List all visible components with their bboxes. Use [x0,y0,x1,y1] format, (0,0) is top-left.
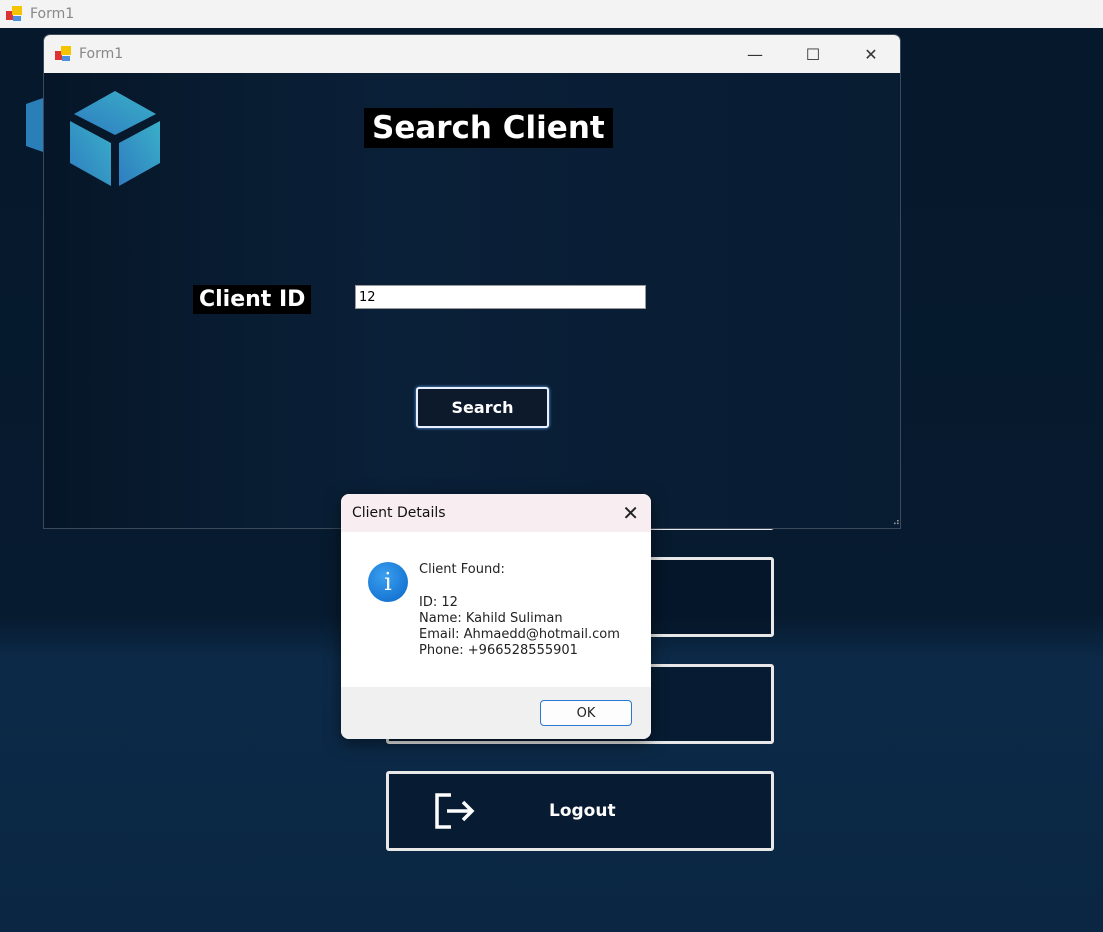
cube-logo-icon [70,91,160,186]
dialog-title-bar: Client Details [341,494,651,532]
search-button[interactable]: Search [416,387,549,428]
close-button[interactable]: ✕ [842,35,900,73]
app-icon [6,6,22,22]
form-body: Search Client Client ID Search ⠴ [44,73,900,528]
logout-icon [435,793,475,829]
resize-grip[interactable]: ⠴ [893,517,900,528]
outer-title-bar: Form1 [0,0,1103,28]
search-client-window: Form1 — ☐ ✕ Search Client Client ID Sear… [43,34,901,529]
dialog-close-button[interactable]: ✕ [622,501,639,525]
info-icon: i [368,562,408,602]
minimize-button[interactable]: — [726,35,784,73]
logout-button[interactable]: Logout [386,771,774,851]
logout-label: Logout [549,801,616,821]
ok-button[interactable]: OK [540,700,632,726]
client-id-label: Client ID [193,285,312,314]
page-title: Search Client [364,108,613,148]
window-title: Form1 [79,46,124,62]
outer-window-title: Form1 [30,6,75,22]
dialog-title: Client Details [352,505,446,521]
maximize-button[interactable]: ☐ [784,35,842,73]
dialog-message: Client Found: ID: 12 Name: Kahild Sulima… [419,562,620,659]
client-details-dialog: Client Details ✕ i Client Found: ID: 12 … [341,494,651,739]
app-icon [55,46,71,62]
client-id-input[interactable] [355,285,646,309]
